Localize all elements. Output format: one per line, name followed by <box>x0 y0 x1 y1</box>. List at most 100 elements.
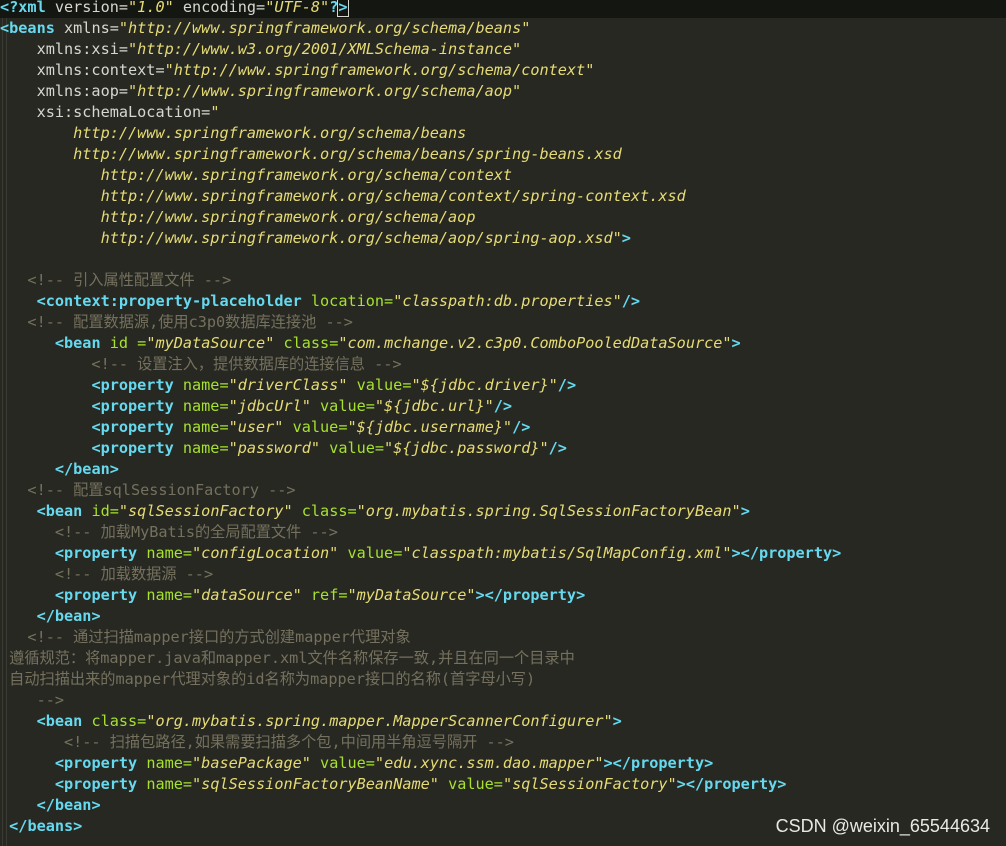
xml-tag-token: ></property> <box>475 586 586 604</box>
xml-string-token: "sqlSessionFactory" <box>118 502 293 520</box>
code-line[interactable]: </bean> <box>0 606 101 627</box>
code-line[interactable]: <!-- 配置数据源,使用c3p0数据库连接池 --> <box>0 312 353 333</box>
xml-string-token: "edu.xync.ssm.dao.mapper" <box>374 754 604 772</box>
code-line[interactable]: <!-- 扫描包路径,如果需要扫描多个包,中间用半角逗号隔开 --> <box>0 732 514 753</box>
xml-attribute-token: name= <box>146 544 193 562</box>
code-line[interactable]: http://www.springframework.org/schema/co… <box>0 165 512 186</box>
code-line[interactable]: <bean class="org.mybatis.spring.mapper.M… <box>0 711 622 732</box>
xml-tag-token: </bean> <box>36 607 101 625</box>
xml-string-token: "http://www.w3.org/2001/XMLSchema-instan… <box>128 40 522 58</box>
code-line[interactable]: http://www.springframework.org/schema/be… <box>0 144 622 165</box>
code-text-token: xmlns:aop= <box>0 82 129 100</box>
code-line[interactable]: <bean id="sqlSessionFactory" class="org.… <box>0 501 750 522</box>
code-line[interactable]: 自动扫描出来的mapper代理对象的id名称为mapper接口的名称(首字母小写… <box>0 669 535 690</box>
code-line[interactable]: 遵循规范：将mapper.java和mapper.xml文件名称保存一致,并且在… <box>0 648 575 669</box>
xml-string-token: "classpath:db.properties" <box>393 292 622 310</box>
code-line[interactable]: <property name="user" value="${jdbc.user… <box>0 417 530 438</box>
code-line[interactable]: <property name="configLocation" value="c… <box>0 543 841 564</box>
code-line[interactable]: <property name="dataSource" ref="myDataS… <box>0 585 585 606</box>
code-line[interactable]: <property name="sqlSessionFactoryBeanNam… <box>0 774 787 795</box>
code-line[interactable]: <!-- 设置注入，提供数据库的连接信息 --> <box>0 354 401 375</box>
code-line[interactable]: <beans xmlns="http://www.springframework… <box>0 18 530 39</box>
xml-string-token: "com.mchange.v2.c3p0.ComboPooledDataSour… <box>338 334 732 352</box>
xml-comment-token: --> <box>0 691 65 709</box>
xml-tag-token: <beans <box>0 19 65 37</box>
code-line[interactable]: <property name="driverClass" value="${jd… <box>0 375 576 396</box>
code-line[interactable]: xsi:schemaLocation=" <box>0 102 220 123</box>
code-line[interactable]: <!-- 加载MyBatis的全局配置文件 --> <box>0 522 338 543</box>
xml-string-token: "http://www.springframework.org/schema/b… <box>118 19 531 37</box>
code-line[interactable]: xmlns:context="http://www.springframewor… <box>0 60 595 81</box>
code-line[interactable]: xmlns:xsi="http://www.w3.org/2001/XMLSch… <box>0 39 522 60</box>
code-line[interactable]: <property name="password" value="${jdbc.… <box>0 438 567 459</box>
code-line[interactable]: <?xml version="1.0" encoding="UTF-8"?> <box>0 0 1006 18</box>
xml-string-token: http://www.springframework.org/schema/be… <box>0 124 467 142</box>
xml-attribute-token: class= <box>274 334 339 352</box>
xml-tag-token: > <box>731 334 741 352</box>
code-line[interactable]: http://www.springframework.org/schema/be… <box>0 123 466 144</box>
xml-tag-token: <?xml <box>0 0 55 16</box>
code-line[interactable]: <!-- 配置sqlSessionFactory --> <box>0 480 295 501</box>
code-line[interactable]: </bean> <box>0 795 101 816</box>
xml-string-token: "sqlSessionFactory" <box>502 775 677 793</box>
code-line[interactable]: <!-- 通过扫描mapper接口的方式创建mapper代理对象 <box>0 627 410 648</box>
xml-comment-token: <!-- 配置数据源,使用c3p0数据库连接池 --> <box>0 313 353 331</box>
xml-tag-token: <property <box>54 586 147 604</box>
xml-tag-token: <bean <box>54 334 110 352</box>
xml-string-token: "org.mybatis.spring.SqlSessionFactoryBea… <box>356 502 741 520</box>
xml-comment-token: <!-- 加载MyBatis的全局配置文件 --> <box>0 523 338 541</box>
code-text-token: xmlns:context= <box>0 61 165 79</box>
code-editor[interactable]: <?xml version="1.0" encoding="UTF-8"?> <b… <box>0 0 1006 846</box>
code-line[interactable]: http://www.springframework.org/schema/ao… <box>0 228 631 249</box>
code-line[interactable]: <property name="jdbcUrl" value="${jdbc.u… <box>0 396 512 417</box>
xml-attribute-token: value= <box>283 418 348 436</box>
code-line[interactable]: <bean id ="myDataSource" class="com.mcha… <box>0 333 741 354</box>
xml-attribute-token: value= <box>338 544 403 562</box>
code-line[interactable]: <!-- 引入属性配置文件 --> <box>0 270 231 291</box>
code-line[interactable]: <property name="basePackage" value="edu.… <box>0 753 713 774</box>
code-line[interactable]: </beans> <box>0 816 82 837</box>
xml-tag-token: /> <box>493 397 513 415</box>
code-line[interactable]: </bean> <box>0 459 119 480</box>
xml-string-token: "UTF-8" <box>265 0 330 16</box>
xml-tag-token: <context:property-placeholder <box>36 292 311 310</box>
code-line[interactable]: <context:property-placeholder location="… <box>0 291 641 312</box>
xml-attribute-token: name= <box>182 376 229 394</box>
xml-tag-token: <property <box>91 397 183 415</box>
xml-attribute-token: id= <box>91 502 119 520</box>
xml-attribute-token: class= <box>292 502 357 520</box>
code-line[interactable]: xmlns:aop="http://www.springframework.or… <box>0 81 522 102</box>
code-line[interactable]: --> <box>0 690 64 711</box>
code-line[interactable]: <!-- 加载数据源 --> <box>0 564 213 585</box>
xml-attribute-token: value= <box>310 754 375 772</box>
xml-attribute-token: name= <box>146 586 193 604</box>
xml-attribute-token: name= <box>146 775 193 793</box>
xml-attribute-token: name= <box>182 397 229 415</box>
xml-comment-token: <!-- 加载数据源 --> <box>0 565 214 583</box>
xml-string-token: "myDataSource" <box>347 586 476 604</box>
xml-attribute-token: value= <box>310 397 375 415</box>
xml-string-token: "sqlSessionFactoryBeanName" <box>192 775 439 793</box>
xml-string-token: "http://www.springframework.org/schema/a… <box>128 82 522 100</box>
xml-tag-token: <bean <box>36 712 92 730</box>
xml-tag-token: <property <box>91 376 183 394</box>
xml-tag-token: <bean <box>36 502 92 520</box>
xml-tag-token: </bean> <box>36 796 101 814</box>
xml-tag-token: /> <box>621 292 641 310</box>
xml-tag-token: /> <box>512 418 531 436</box>
code-line[interactable]: http://www.springframework.org/schema/ao… <box>0 207 476 228</box>
xml-tag-token: > <box>621 229 631 247</box>
code-line[interactable]: http://www.springframework.org/schema/co… <box>0 186 686 207</box>
xml-tag-token: ></property> <box>731 544 842 562</box>
xml-tag-token: > <box>612 712 622 730</box>
